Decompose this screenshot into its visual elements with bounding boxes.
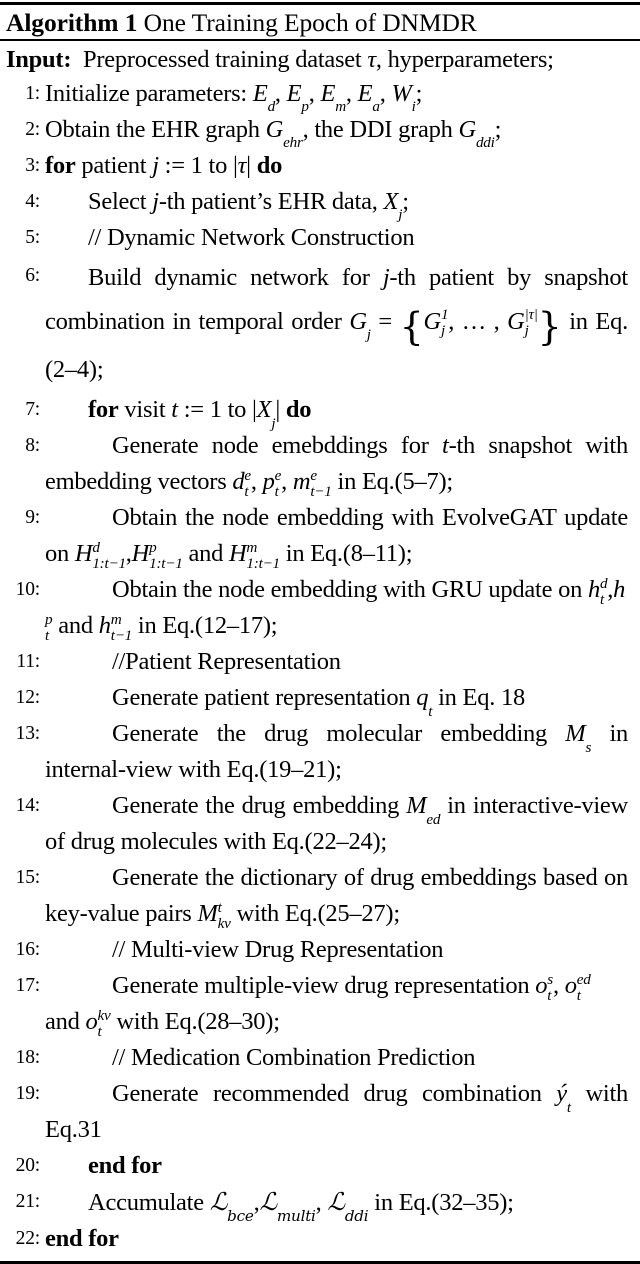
step-text: // Dynamic Network Construction — [88, 223, 415, 251]
algorithm-step: 2: Obtain the EHR graph Gehr, the DDI gr… — [2, 112, 628, 152]
step-number: 16: — [15, 939, 41, 961]
step-number: 15: — [15, 867, 41, 889]
algorithm-step: 17: Generate multiple-view drug represen… — [2, 968, 628, 1040]
algorithm-step: 18: // Medication Combination Prediction — [2, 1040, 628, 1076]
algorithm-step: 19: Generate recommended drug combinatio… — [2, 1076, 629, 1148]
bottom-rule — [0, 1261, 640, 1264]
step-text: Initialize parameters: Ed, Ep, Em, Ea, W… — [45, 79, 423, 116]
step-number: 11: — [16, 651, 40, 673]
input-text: Preprocessed training dataset τ, hyperpa… — [77, 45, 554, 73]
step-number: 8: — [25, 435, 40, 457]
algorithm-step: 5: // Dynamic Network Construction — [2, 220, 628, 256]
step-number: 13: — [15, 723, 41, 745]
algorithm-step: 22: end for — [2, 1221, 628, 1257]
step-text: end for — [45, 1225, 119, 1253]
algorithm-step: 13: Generate the drug molecular embeddin… — [2, 716, 629, 788]
algorithm-step: 6: Build dynamic network for j-th patien… — [2, 256, 628, 393]
algorithm-step: 11: //Patient Representation — [2, 644, 628, 680]
algorithm-step: 7: for visit t := 1 to |Xj| do — [2, 392, 628, 432]
step-text: Build dynamic network for j-th patient b… — [45, 263, 628, 384]
step-number: 22: — [15, 1228, 41, 1250]
step-number: 6: — [25, 264, 40, 286]
algorithm-step: 16: // Multi-view Drug Representation — [2, 932, 628, 968]
step-number: 9: — [25, 507, 40, 529]
algorithm-step: 3: for patient j := 1 to |τ| do — [2, 148, 628, 184]
step-number: 14: — [15, 795, 41, 817]
algorithm-title-text: One Training Epoch of DNMDR — [143, 8, 477, 37]
step-text: Generate the drug molecular embedding Ms… — [45, 720, 628, 784]
step-text: Select j-th patient’s EHR data, Xj; — [88, 187, 409, 224]
algorithm-step: 8: Generate node emebddings for t-th sna… — [2, 428, 628, 500]
step-text: //Patient Representation — [112, 648, 341, 676]
step-number: 10: — [15, 579, 41, 601]
step-text: Generate multiple-view drug representati… — [45, 971, 591, 1040]
step-text: for visit t := 1 to |Xj| do — [88, 396, 312, 432]
step-number: 21: — [15, 1191, 41, 1213]
step-number: 12: — [15, 687, 41, 709]
step-text: Generate the dictionary of drug embeddin… — [45, 864, 628, 932]
algorithm-step: 4: Select j-th patient’s EHR data, Xj; — [2, 184, 628, 224]
step-number: 20: — [15, 1155, 41, 1177]
step-number: 3: — [25, 154, 40, 176]
step-text: // Medication Combination Prediction — [112, 1044, 476, 1072]
algorithm-input-line: Input: Preprocessed training dataset τ, … — [0, 41, 640, 76]
algorithm-step: 14: Generate the drug embedding Med in i… — [2, 788, 629, 860]
algorithm-label: Algorithm 1 — [6, 8, 138, 37]
step-text: for patient j := 1 to |τ| do — [45, 151, 283, 179]
algorithm-title: Algorithm 1 One Training Epoch of DNMDR — [0, 5, 640, 39]
algorithm-step: 12: Generate patient representation qt i… — [2, 680, 628, 720]
step-text: Generate the drug embedding Med in inter… — [45, 792, 628, 856]
algorithm-step: 9: Obtain the node embedding with Evolve… — [2, 500, 628, 572]
step-number: 2: — [25, 118, 40, 140]
step-text: Generate recommended drug combination ýt… — [45, 1080, 629, 1144]
algorithm-step: 15: Generate the dictionary of drug embe… — [2, 860, 629, 932]
step-number: 19: — [15, 1083, 41, 1105]
step-number: 1: — [25, 82, 40, 104]
algorithm-block: Algorithm 1 One Training Epoch of DNMDR … — [0, 2, 640, 1264]
step-text: end for — [88, 1152, 162, 1180]
step-number: 5: — [25, 226, 40, 248]
step-text: Generate node emebddings for t-th snapsh… — [45, 432, 628, 500]
algorithm-step: 20: end for — [2, 1148, 628, 1184]
algorithm-step: 21: Accumulate ℒbce,ℒmulti, ℒddi in Eq.(… — [2, 1184, 628, 1225]
step-text: Obtain the node embedding with EvolveGAT… — [45, 504, 628, 572]
step-number: 7: — [25, 399, 40, 421]
algorithm-step: 10: Obtain the node embedding with GRU u… — [2, 572, 628, 644]
step-number: 4: — [25, 190, 40, 212]
step-number: 17: — [15, 975, 41, 997]
algorithm-step: 1: Initialize parameters: Ed, Ep, Em, Ea… — [2, 76, 628, 116]
step-text: Obtain the EHR graph Gehr, the DDI graph… — [45, 115, 502, 152]
input-label: Input: — [6, 45, 72, 73]
step-text: Obtain the node embedding with GRU updat… — [45, 575, 626, 644]
step-text: // Multi-view Drug Representation — [112, 936, 444, 964]
algorithm-steps: 1: Initialize parameters: Ed, Ep, Em, Ea… — [0, 76, 640, 1262]
step-text: Generate patient representation qt in Eq… — [112, 684, 525, 720]
step-number: 18: — [15, 1047, 41, 1069]
step-text: Accumulate ℒbce,ℒmulti, ℒddi in Eq.(32–3… — [88, 1187, 514, 1225]
